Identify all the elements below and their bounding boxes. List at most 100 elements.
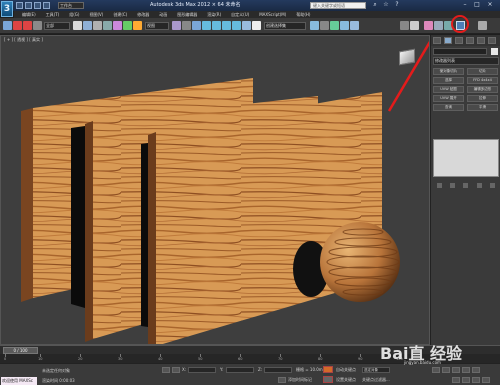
previous-frame-icon[interactable] (442, 367, 450, 373)
configure-modifier-sets-icon[interactable] (489, 182, 495, 188)
layer-manager-icon[interactable] (320, 21, 329, 30)
object-color-swatch[interactable] (491, 48, 498, 55)
curve-editor-icon[interactable] (340, 21, 349, 30)
modifier-button[interactable]: 拉伸 (467, 95, 498, 102)
render-activeshade-icon[interactable] (478, 21, 487, 30)
open-file-icon[interactable] (25, 2, 32, 9)
bind-space-warp-icon[interactable] (33, 21, 42, 30)
menu-help[interactable]: 帮助(H) (296, 12, 310, 18)
menu-tools[interactable]: 工具(T) (46, 12, 60, 18)
menu-group[interactable]: 组(G) (69, 12, 79, 18)
workspace-select[interactable]: 工作台 (58, 2, 84, 9)
unlink-icon[interactable] (23, 21, 32, 30)
help-icon[interactable]: ? (392, 1, 402, 9)
utilities-tab-icon[interactable] (488, 37, 496, 44)
modifier-button[interactable]: 切片 (467, 68, 498, 75)
modifier-button[interactable]: 选择 (433, 77, 464, 84)
selected-object-select[interactable]: 选定对象 (362, 367, 390, 373)
go-to-start-icon[interactable] (432, 367, 440, 373)
menu-create[interactable]: 创建(C) (113, 12, 127, 18)
percent-snap-icon[interactable] (222, 21, 231, 30)
save-file-icon[interactable] (34, 2, 41, 9)
menu-edit[interactable]: 编辑(E) (22, 12, 36, 18)
selection-filter-select[interactable]: 全部 (44, 22, 70, 30)
play-icon[interactable] (452, 367, 460, 373)
material-editor-icon[interactable] (424, 21, 433, 30)
menu-views[interactable]: 视图(V) (89, 12, 103, 18)
mirror-icon[interactable] (252, 21, 261, 30)
search-icon[interactable]: ⌕ (370, 1, 380, 9)
window-crossing-icon[interactable] (103, 21, 112, 30)
pin-stack-icon[interactable] (437, 182, 443, 188)
app-logo-icon[interactable]: 3 (1, 1, 13, 17)
create-tab-icon[interactable] (433, 37, 441, 44)
render-production-icon[interactable] (434, 21, 443, 30)
pan-icon[interactable] (462, 377, 470, 383)
go-to-end-icon[interactable] (472, 367, 480, 373)
spinner-snap-icon[interactable] (232, 21, 241, 30)
pivot-center-icon[interactable] (172, 21, 181, 30)
modifier-button[interactable]: 使对象切片 (433, 68, 464, 75)
select-scale-icon[interactable] (133, 21, 142, 30)
menu-maxscript[interactable]: MAXScript(M) (259, 12, 286, 17)
modifier-button[interactable]: 查询 (433, 104, 464, 111)
modifier-button[interactable]: UVW 贴图 (433, 86, 464, 93)
select-move-icon[interactable] (113, 21, 122, 30)
viewcube-icon[interactable] (399, 48, 415, 66)
named-selection-select[interactable]: 创建选择集 (264, 22, 306, 30)
add-time-tag-label[interactable]: 添加时间标记 (288, 377, 312, 383)
manipulate-icon[interactable] (182, 21, 191, 30)
set-key-button[interactable]: 设置关键点 (336, 377, 356, 383)
maxscript-listener-input[interactable]: 欢迎使用 MAXSc (1, 377, 37, 385)
modify-tab-icon[interactable] (444, 37, 452, 44)
make-unique-icon[interactable] (463, 182, 469, 188)
schematic-view-icon[interactable] (350, 21, 359, 30)
select-object-icon[interactable] (73, 21, 82, 30)
new-file-icon[interactable] (16, 2, 23, 9)
maximize-viewport-icon[interactable] (482, 377, 490, 383)
menu-modifiers[interactable]: 修改器 (137, 12, 149, 18)
modifier-button[interactable]: 编辑多边形 (467, 86, 498, 93)
zoom-icon[interactable] (452, 377, 460, 383)
keyboard-shortcut-icon[interactable] (192, 21, 201, 30)
rectangular-selection-icon[interactable] (93, 21, 102, 30)
reference-coordinate-select[interactable]: 视图 (145, 22, 169, 30)
menu-animation[interactable]: 动画 (159, 12, 167, 18)
undo-icon[interactable] (3, 21, 12, 30)
modifier-stack[interactable] (433, 139, 499, 177)
graphite-ribbon-icon[interactable] (330, 21, 339, 30)
favorites-icon[interactable]: ☆ (381, 1, 391, 9)
menu-rendering[interactable]: 渲染(R) (207, 12, 221, 18)
set-key-icon[interactable] (323, 376, 333, 383)
modifier-button[interactable]: 平滑 (467, 104, 498, 111)
lock-selection-icon[interactable] (162, 367, 170, 373)
modifier-button[interactable]: FFD 4x4x4 (467, 77, 498, 84)
select-by-name-icon[interactable] (83, 21, 92, 30)
edit-named-selection-icon[interactable] (242, 21, 251, 30)
close-icon[interactable]: × (485, 1, 495, 9)
show-end-result-icon[interactable] (450, 182, 456, 188)
menu-customize[interactable]: 自定义(U) (231, 12, 249, 18)
orbit-icon[interactable] (472, 377, 480, 383)
modifier-button[interactable]: UVW 展开 (433, 95, 464, 102)
object-name-field[interactable] (433, 48, 487, 55)
absolute-mode-icon[interactable] (172, 367, 180, 373)
modifier-list-select[interactable]: 修改器列表 (433, 57, 499, 65)
perspective-viewport[interactable]: [ + ] [ 透视 ] [ 真实 ] (0, 35, 430, 345)
maximize-icon[interactable]: □ (472, 1, 482, 9)
render-setup-icon[interactable] (400, 21, 409, 30)
link-icon[interactable] (13, 21, 22, 30)
auto-key-button[interactable]: 自动关键点 (336, 367, 356, 373)
rendered-frame-window-icon[interactable] (410, 21, 419, 30)
z-coord-field[interactable] (264, 367, 292, 373)
select-rotate-icon[interactable] (123, 21, 132, 30)
auto-key-icon[interactable] (323, 366, 333, 373)
y-coord-field[interactable] (226, 367, 254, 373)
help-search-input[interactable]: 键入关键字或短语 (310, 2, 366, 9)
snaps-toggle-icon[interactable] (202, 21, 211, 30)
align-icon[interactable] (310, 21, 319, 30)
menu-graph-editors[interactable]: 图形编辑器 (177, 12, 197, 18)
key-filters-button[interactable]: 关键点过滤器... (362, 377, 390, 383)
hierarchy-tab-icon[interactable] (455, 37, 463, 44)
x-coord-field[interactable] (188, 367, 216, 373)
